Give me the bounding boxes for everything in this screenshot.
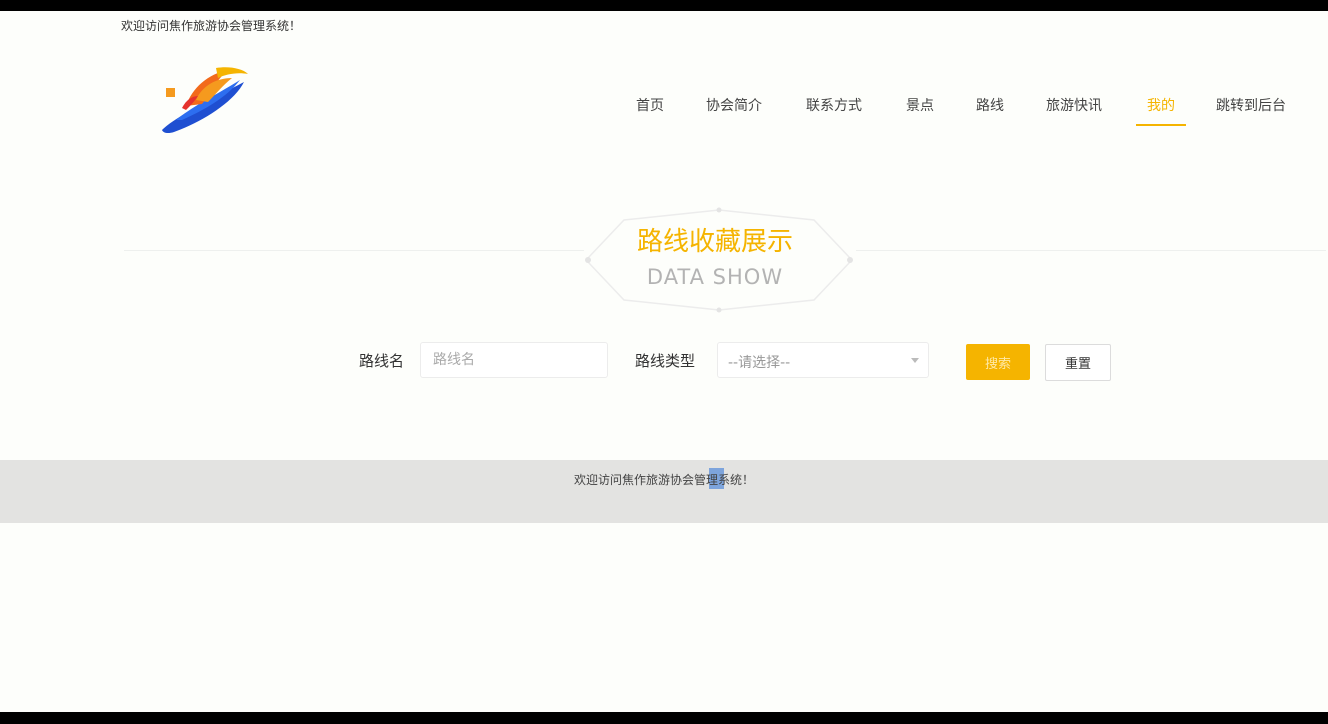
- nav-item-attractions[interactable]: 景点: [906, 96, 934, 124]
- hero-divider-left: [124, 250, 584, 251]
- chevron-down-icon: [911, 358, 919, 363]
- nav-item-travel-news[interactable]: 旅游快讯: [1046, 96, 1102, 124]
- footer-welcome-text: 欢迎访问焦作旅游协会管理系统！: [573, 473, 754, 487]
- section-title: 路线收藏展示: [636, 227, 793, 257]
- route-type-selected-value: --请选择--: [728, 355, 791, 371]
- nav-item-home[interactable]: 首页: [636, 96, 664, 124]
- route-type-select[interactable]: --请选择--: [717, 342, 929, 378]
- header-welcome-text: 欢迎访问焦作旅游协会管理系统！: [121, 19, 302, 33]
- bottom-black-bar: [0, 712, 1328, 724]
- reset-button[interactable]: 重置: [1045, 344, 1111, 381]
- search-button[interactable]: 搜索: [966, 344, 1030, 380]
- section-subtitle: DATA SHOW: [646, 265, 784, 289]
- hero-divider-right: [856, 250, 1326, 251]
- route-type-label: 路线类型: [635, 352, 696, 370]
- nav-item-association-intro[interactable]: 协会简介: [706, 96, 762, 124]
- nav-item-admin[interactable]: 跳转到后台: [1216, 96, 1286, 124]
- route-name-input[interactable]: [420, 342, 608, 378]
- nav-item-contact[interactable]: 联系方式: [806, 96, 862, 124]
- main-nav: 首页 协会简介 联系方式 景点 路线 旅游快讯 我的 跳转到后台: [0, 96, 1328, 128]
- top-black-bar: [0, 0, 1328, 11]
- nav-item-mine[interactable]: 我的: [1136, 96, 1186, 126]
- route-name-label: 路线名: [359, 352, 405, 370]
- page-footer: 欢迎访问焦作旅游协会管理系统！: [0, 460, 1328, 523]
- nav-item-routes[interactable]: 路线: [976, 96, 1004, 124]
